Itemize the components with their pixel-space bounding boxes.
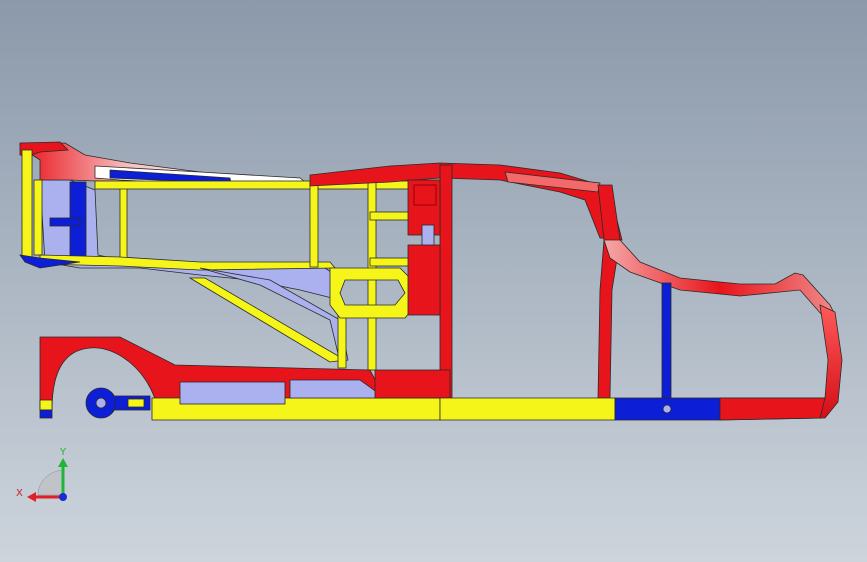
rear-yellow-upright-inner: [33, 179, 43, 256]
b-pillar: [439, 164, 453, 401]
a-pillar-hood: [603, 239, 836, 316]
triad-y-arrow-icon: [58, 458, 68, 467]
roof-rail: [309, 162, 623, 241]
yellow-upright-4: [337, 315, 347, 369]
triad-z-axis-icon: [59, 493, 67, 501]
front-frame: [603, 239, 843, 421]
front-red-lower: [719, 397, 826, 421]
cabin-sill-red: [374, 369, 451, 399]
hub-arm-yellow: [127, 398, 145, 408]
front-floor-bolt-icon: [662, 404, 672, 414]
rear-blue-crossbar: [49, 217, 81, 227]
floor-yellow-beam: [439, 397, 616, 421]
chassis-drawing[interactable]: X Y: [0, 0, 867, 562]
front-blue-upright: [661, 282, 672, 399]
c-pillar: [597, 184, 621, 399]
yellow-crossbar-a: [369, 211, 411, 221]
rear-yellow-upright-outer: [21, 149, 33, 258]
seat-mount-gap: [421, 224, 435, 246]
cad-viewport[interactable]: X Y: [0, 0, 867, 562]
rear-blue-foot: [39, 409, 53, 419]
triad-x-label: X: [16, 488, 23, 499]
triad-plane-icon: [37, 469, 63, 496]
yellow-upright-2: [309, 181, 319, 268]
yellow-crossbar-b: [369, 257, 411, 267]
triad-x-arrow-icon: [27, 492, 36, 502]
seat-mount-lower: [407, 244, 441, 316]
triad-y-label: Y: [59, 447, 67, 458]
yellow-upright-1: [119, 184, 128, 261]
rear-yellow-foot: [39, 399, 53, 411]
coordinate-triad: X Y: [16, 447, 68, 502]
seat-mount-inner: [413, 184, 437, 206]
rear-hub-center-icon: [95, 397, 107, 409]
lower-white-slot: [179, 381, 286, 405]
